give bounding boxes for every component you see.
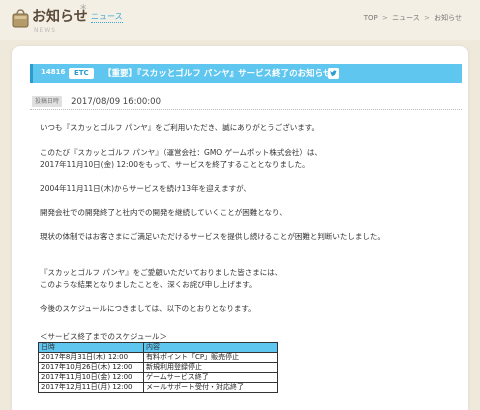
table-header-row: 日時 内容 <box>38 342 278 353</box>
article-title: 【重要】『スカッとゴルフ パンヤ』サービス終了のお知らせ <box>103 69 332 79</box>
breadcrumb-current: お知らせ <box>434 14 462 22</box>
article-panel: 14816 ETC 【重要】『スカッとゴルフ パンヤ』サービス終了のお知らせ 投… <box>12 46 468 410</box>
schedule-date: 2017年8月31日(木) 12:00 <box>38 352 144 363</box>
schedule-date: 2017年11月10日(金) 12:00 <box>38 372 144 383</box>
page-title-english: NEWS <box>34 27 57 34</box>
body-paragraph: 開発会社での開発終了と社内での開発を継続していくことが困難となり、 <box>40 208 287 217</box>
table-row: 2017年10月26日(木) 12:00 新規利用登録停止 <box>38 362 278 373</box>
body-paragraph: このたび『スカッとゴルフ パンヤ』（運営会社：GMO ゲームポット株式会社）は、 <box>40 148 322 157</box>
body-paragraph: いつも『スカッとゴルフ パンヤ』をご利用いただき、誠にありがとうございます。 <box>40 123 319 132</box>
shopping-bag-icon <box>12 9 29 28</box>
schedule-event: メールサポート受付・対応終了 <box>143 382 278 393</box>
article-id: 14816 <box>41 68 66 76</box>
body-paragraph: 今後のスケジュールにつきましては、以下のとおりとなります。 <box>40 304 256 313</box>
breadcrumb-top-link[interactable]: TOP <box>364 14 378 22</box>
body-paragraph: 現状の体制ではお客さまにご満足いただけるサービスを提供し続けることが困難と判断い… <box>40 232 385 241</box>
breadcrumb-news-link[interactable]: ニュース <box>392 14 420 22</box>
article-headline: 14816 ETC 【重要】『スカッとゴルフ パンヤ』サービス終了のお知らせ <box>30 64 462 83</box>
divider <box>30 109 462 110</box>
schedule-title: ＜サービス終了までのスケジュール＞ <box>40 332 167 341</box>
body-paragraph: 『スカッとゴルフ パンヤ』をご愛顧いただいておりました皆さまには、 <box>40 268 283 277</box>
page-subtitle-link[interactable]: ニュース <box>91 12 123 23</box>
column-header: 日時 <box>38 342 144 353</box>
scrollbar[interactable] <box>474 46 478 410</box>
page-header: お知らせ * ニュース NEWS TOP > ニュース > お知らせ <box>0 0 480 40</box>
category-badge: ETC <box>69 68 94 79</box>
schedule-table: 日時 内容 2017年8月31日(木) 12:00 有料ポイント「CP」販売停止… <box>38 342 278 393</box>
table-row: 2017年12月11日(月) 12:00 メールサポート受付・対応終了 <box>38 382 278 393</box>
twitter-share-icon[interactable] <box>328 68 339 79</box>
body-paragraph: 2017年11月10日(金) 12:00をもって、サービスを終了することとなりま… <box>40 160 310 169</box>
schedule-date: 2017年10月26日(木) 12:00 <box>38 362 144 373</box>
table-row: 2017年8月31日(木) 12:00 有料ポイント「CP」販売停止 <box>38 352 278 363</box>
schedule-event: 新規利用登録停止 <box>143 362 278 373</box>
date-label: 投稿日時 <box>32 96 63 107</box>
breadcrumb-separator: > <box>424 14 430 22</box>
schedule-event: 有料ポイント「CP」販売停止 <box>143 352 278 363</box>
post-date-row: 投稿日時 2017/08/09 16:00:00 <box>32 91 161 107</box>
schedule-date: 2017年12月11日(月) 12:00 <box>38 382 144 393</box>
table-row: 2017年11月10日(金) 12:00 ゲームサービス終了 <box>38 372 278 383</box>
post-date: 2017/08/09 16:00:00 <box>71 96 161 107</box>
body-paragraph: 2004年11月11日(木)からサービスを続け13年を迎えますが、 <box>40 184 251 193</box>
breadcrumb: TOP > ニュース > お知らせ <box>364 13 462 23</box>
breadcrumb-separator: > <box>382 14 388 22</box>
title-star-decoration: * <box>80 3 87 18</box>
column-header: 内容 <box>143 342 278 353</box>
schedule-event: ゲームサービス終了 <box>143 372 278 383</box>
body-paragraph: このような結果となりましたことを、深くお詫び申し上げます。 <box>40 280 257 289</box>
